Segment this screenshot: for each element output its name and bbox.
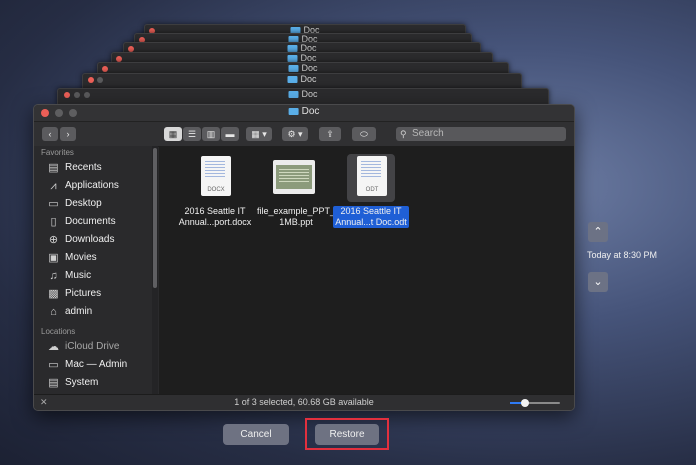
folder-icon [288,107,299,115]
document-icon: DOCX [201,156,231,196]
restore-highlight-box [305,418,389,450]
file-item-odt[interactable]: ODT 2016 Seattle IT Annual...t Doc.odt [331,154,411,230]
file-name: file_example_PPT_ 1MB.ppt [257,206,336,227]
back-button[interactable]: ‹ [42,127,58,141]
minimize-button[interactable] [55,109,63,117]
sidebar-item-documents[interactable]: ▯ Documents [34,213,152,231]
sidebar-item-recents[interactable]: ▤ Recents [34,159,152,177]
backup-timestamp: Today at 8:30 PM [587,250,658,260]
document-icon: ODT [357,156,387,196]
sidebar-item-music[interactable]: ♫ Music [34,267,152,285]
search-input[interactable]: ⚲ Search [396,127,566,141]
downloads-icon: ⊕ [48,234,59,246]
disk-icon: ▤ [48,377,59,389]
music-icon: ♫ [49,270,58,282]
finder-window: Doc ‹ › ▦ ☰ ▥ ▬ ▦ ▾ ⚙ ▾ ⇪ ⬭ ⚲ Search Favo… [33,104,575,411]
search-icon: ⚲ [400,129,407,139]
forward-button[interactable]: › [60,127,76,141]
sidebar-item-pictures[interactable]: ▩ Pictures [34,285,152,303]
sidebar-section-favorites: Favorites [41,148,74,157]
computer-icon: ▭ [48,359,59,371]
title-bar: Doc [34,105,574,122]
view-icons-button[interactable]: ▦ [164,127,182,141]
share-icon: ⇪ [326,129,334,139]
tag-icon: ⬭ [360,129,368,139]
view-list-button[interactable]: ☰ [183,127,201,141]
recents-icon: ▤ [48,162,59,174]
view-columns-button[interactable]: ▥ [202,127,220,141]
sidebar-item-system[interactable]: ▤ System [34,374,152,392]
view-gallery-button[interactable]: ▬ [221,127,239,141]
file-item-ppt[interactable]: file_example_PPT_ 1MB.ppt [255,154,335,230]
chevron-up-icon: ⌃ [593,226,603,238]
toolbar: ‹ › ▦ ☰ ▥ ▬ ▦ ▾ ⚙ ▾ ⇪ ⬭ ⚲ Search [34,122,574,147]
sidebar-item-icloud-drive[interactable]: ☁ iCloud Drive [34,338,152,356]
chevron-down-icon: ⌄ [593,276,603,288]
sidebar-item-applications[interactable]: ⩘ Applications [34,177,152,195]
group-icon: ▦ [251,129,260,139]
chevron-left-icon: ‹ [48,129,52,139]
file-name: 2016 Seattle IT Annual...t Doc.odt [333,206,409,228]
scrollbar-thumb[interactable] [153,148,157,288]
timeline-up-button[interactable]: ⌃ [588,222,608,242]
sidebar: Favorites ▤ Recents ⩘ Applications ▭ Deskto… [34,146,152,394]
sidebar-item-downloads[interactable]: ⊕ Downloads [34,231,152,249]
sidebar-scrollbar[interactable] [152,146,158,394]
action-button[interactable]: ⚙ ▾ [282,127,308,141]
movies-icon: ▣ [48,252,59,264]
sidebar-item-mac-admin[interactable]: ▭ Mac — Admin [34,356,152,374]
presentation-icon [273,160,315,194]
window-title: Doc [288,106,319,117]
pictures-icon: ▩ [48,288,59,300]
icon-size-slider[interactable] [510,399,560,407]
gallery-icon: ▬ [225,129,235,139]
cancel-button[interactable]: Cancel [223,424,289,445]
chevron-right-icon: › [66,129,70,139]
slider-knob[interactable] [521,399,529,407]
home-icon: ⌂ [50,306,57,318]
grid-icon: ▦ [168,129,178,139]
group-button[interactable]: ▦ ▾ [246,127,272,141]
close-icon[interactable]: ✕ [40,397,48,408]
columns-icon: ▥ [206,129,216,139]
timeline-down-button[interactable]: ⌄ [588,272,608,292]
gear-icon: ⚙ [287,129,296,139]
documents-icon: ▯ [50,216,57,228]
cloud-icon: ☁ [48,341,59,353]
share-button[interactable]: ⇪ [319,127,341,141]
desktop-icon: ▭ [48,198,59,210]
tag-button[interactable]: ⬭ [352,127,376,141]
status-text: 1 of 3 selected, 60.68 GB available [234,397,374,407]
sidebar-item-desktop[interactable]: ▭ Desktop [34,195,152,213]
zoom-button[interactable] [69,109,77,117]
status-bar: ✕ 1 of 3 selected, 60.68 GB available [34,394,574,410]
sidebar-section-locations: Locations [41,327,76,336]
close-button[interactable] [41,109,49,117]
list-icon: ☰ [187,129,197,139]
sidebar-item-movies[interactable]: ▣ Movies [34,249,152,267]
applications-icon: ⩘ [50,180,57,192]
sidebar-item-admin[interactable]: ⌂ admin [34,303,152,321]
file-item-docx[interactable]: DOCX 2016 Seattle IT Annual...port.docx [175,154,255,230]
file-name: 2016 Seattle IT Annual...port.docx [178,206,252,227]
file-browser: DOCX 2016 Seattle IT Annual...port.docx f… [159,146,574,394]
